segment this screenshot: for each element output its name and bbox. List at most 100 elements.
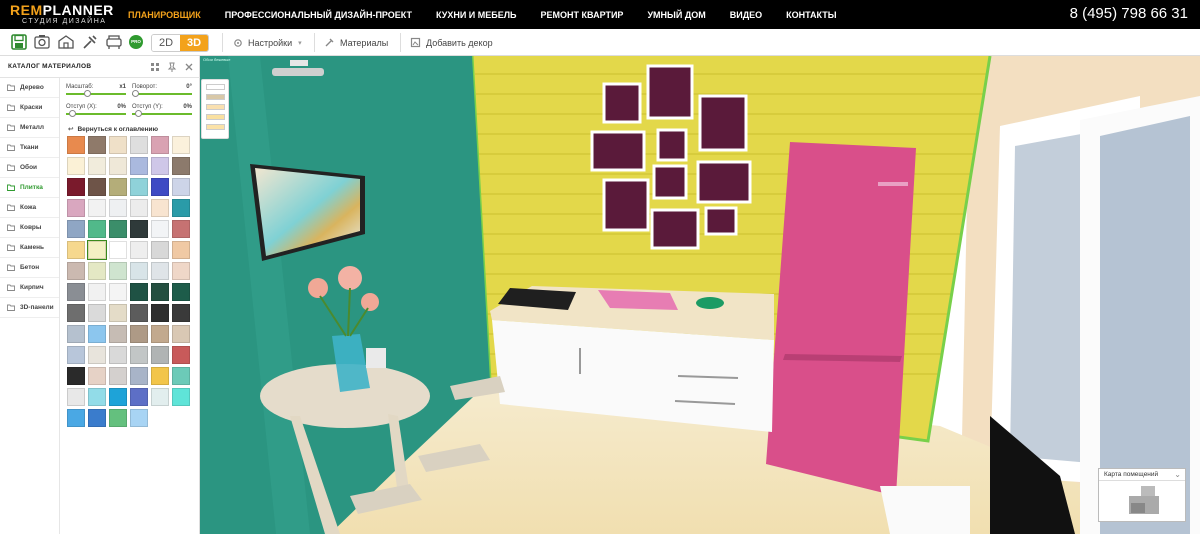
- category-item[interactable]: Ковры: [0, 218, 59, 238]
- color-swatch[interactable]: [206, 104, 225, 110]
- category-item[interactable]: Обои: [0, 158, 59, 178]
- material-tile[interactable]: [151, 367, 169, 385]
- material-tile[interactable]: [88, 157, 106, 175]
- settings-button[interactable]: Настройки ▾: [233, 29, 302, 56]
- logo[interactable]: REMPLANNER СТУДИЯ ДИЗАЙНА: [10, 3, 114, 26]
- material-tile[interactable]: [130, 220, 148, 238]
- category-item[interactable]: Металл: [0, 118, 59, 138]
- material-tile[interactable]: [151, 220, 169, 238]
- room-map-thumbnail[interactable]: [1099, 481, 1185, 521]
- material-tile[interactable]: [67, 409, 85, 427]
- nav-contacts[interactable]: КОНТАКТЫ: [786, 10, 836, 20]
- material-tile[interactable]: [109, 178, 127, 196]
- color-swatch[interactable]: [206, 114, 225, 120]
- category-item[interactable]: Дерево: [0, 78, 59, 98]
- screenshot-icon[interactable]: [33, 33, 51, 51]
- material-tile[interactable]: [130, 241, 148, 259]
- material-tile[interactable]: [88, 220, 106, 238]
- material-tile[interactable]: [109, 388, 127, 406]
- category-item[interactable]: Краски: [0, 98, 59, 118]
- material-tile[interactable]: [151, 262, 169, 280]
- material-tile[interactable]: [67, 388, 85, 406]
- material-tile[interactable]: [88, 388, 106, 406]
- furniture-icon[interactable]: [105, 33, 123, 51]
- material-tile[interactable]: [109, 220, 127, 238]
- material-tile[interactable]: [151, 388, 169, 406]
- material-tile[interactable]: [151, 304, 169, 322]
- view-2d-button[interactable]: 2D: [152, 35, 180, 51]
- pink-fridge[interactable]: [766, 142, 916, 496]
- material-tile[interactable]: [172, 283, 190, 301]
- material-tile[interactable]: [172, 220, 190, 238]
- material-tile[interactable]: [67, 367, 85, 385]
- material-tile[interactable]: [67, 178, 85, 196]
- slider-knob[interactable]: [132, 90, 139, 97]
- material-tile[interactable]: [151, 325, 169, 343]
- material-tile[interactable]: [172, 304, 190, 322]
- slider-knob[interactable]: [135, 110, 142, 117]
- materials-button[interactable]: Материалы: [324, 29, 388, 56]
- nav-design-project[interactable]: ПРОФЕССИОНАЛЬНЫЙ ДИЗАЙН-ПРОЕКТ: [225, 10, 412, 20]
- material-tile[interactable]: [172, 199, 190, 217]
- material-tile[interactable]: [67, 346, 85, 364]
- material-tile[interactable]: [88, 304, 106, 322]
- material-tile[interactable]: [67, 199, 85, 217]
- material-tile[interactable]: [172, 262, 190, 280]
- material-tile[interactable]: [130, 325, 148, 343]
- material-tile[interactable]: [88, 283, 106, 301]
- material-tile[interactable]: [67, 241, 85, 259]
- material-tile[interactable]: [151, 136, 169, 154]
- material-tile[interactable]: [130, 367, 148, 385]
- material-tile[interactable]: [109, 241, 127, 259]
- room-map-widget[interactable]: Карта помещений ⌄: [1098, 468, 1186, 522]
- material-tile[interactable]: [109, 136, 127, 154]
- category-item[interactable]: 3D-панели: [0, 298, 59, 318]
- material-tile[interactable]: [172, 367, 190, 385]
- material-tile[interactable]: [109, 262, 127, 280]
- color-swatch[interactable]: [206, 94, 225, 100]
- material-tile[interactable]: [130, 304, 148, 322]
- material-tile[interactable]: [172, 157, 190, 175]
- material-tile[interactable]: [88, 367, 106, 385]
- material-tile[interactable]: [88, 346, 106, 364]
- view-3d-button[interactable]: 3D: [180, 35, 208, 51]
- material-tile[interactable]: [109, 304, 127, 322]
- material-tile[interactable]: [130, 199, 148, 217]
- material-tile[interactable]: [151, 241, 169, 259]
- material-tile[interactable]: [67, 325, 85, 343]
- category-item[interactable]: Кирпич: [0, 278, 59, 298]
- room-map-header[interactable]: Карта помещений ⌄: [1099, 469, 1185, 481]
- nav-kitchens[interactable]: КУХНИ И МЕБЕЛЬ: [436, 10, 517, 20]
- material-tile[interactable]: [109, 199, 127, 217]
- pro-badge[interactable]: PRO: [129, 35, 143, 49]
- category-item[interactable]: Ткани: [0, 138, 59, 158]
- material-tile[interactable]: [67, 220, 85, 238]
- material-tile[interactable]: [172, 178, 190, 196]
- material-tile[interactable]: [151, 346, 169, 364]
- material-tile[interactable]: [151, 283, 169, 301]
- material-tile[interactable]: [130, 346, 148, 364]
- nav-video[interactable]: ВИДЕО: [730, 10, 762, 20]
- close-icon[interactable]: [183, 61, 195, 73]
- material-tile[interactable]: [109, 409, 127, 427]
- room-icon[interactable]: [57, 33, 75, 51]
- material-tile[interactable]: [88, 325, 106, 343]
- nav-planner[interactable]: ПЛАНИРОВЩИК: [128, 10, 201, 20]
- offset-x-slider[interactable]: Отступ (X): 0%: [66, 104, 126, 117]
- material-tile[interactable]: [130, 283, 148, 301]
- material-tile[interactable]: [130, 409, 148, 427]
- grid-view-icon[interactable]: [149, 61, 161, 73]
- material-tile[interactable]: [88, 409, 106, 427]
- material-tile[interactable]: [172, 388, 190, 406]
- back-to-contents-link[interactable]: ↩ Вернуться к оглавлению: [68, 125, 162, 133]
- scale-slider[interactable]: Масштаб: x1: [66, 84, 126, 97]
- material-tile[interactable]: [67, 157, 85, 175]
- material-tile[interactable]: [172, 241, 190, 259]
- color-swatch[interactable]: [206, 124, 225, 130]
- material-tile[interactable]: [88, 262, 106, 280]
- category-item[interactable]: Камень: [0, 238, 59, 258]
- material-tile[interactable]: [109, 325, 127, 343]
- phone-number[interactable]: 8 (495) 798 66 31: [1070, 5, 1188, 22]
- material-tile[interactable]: [88, 199, 106, 217]
- scene-3d-view[interactable]: [200, 56, 1200, 534]
